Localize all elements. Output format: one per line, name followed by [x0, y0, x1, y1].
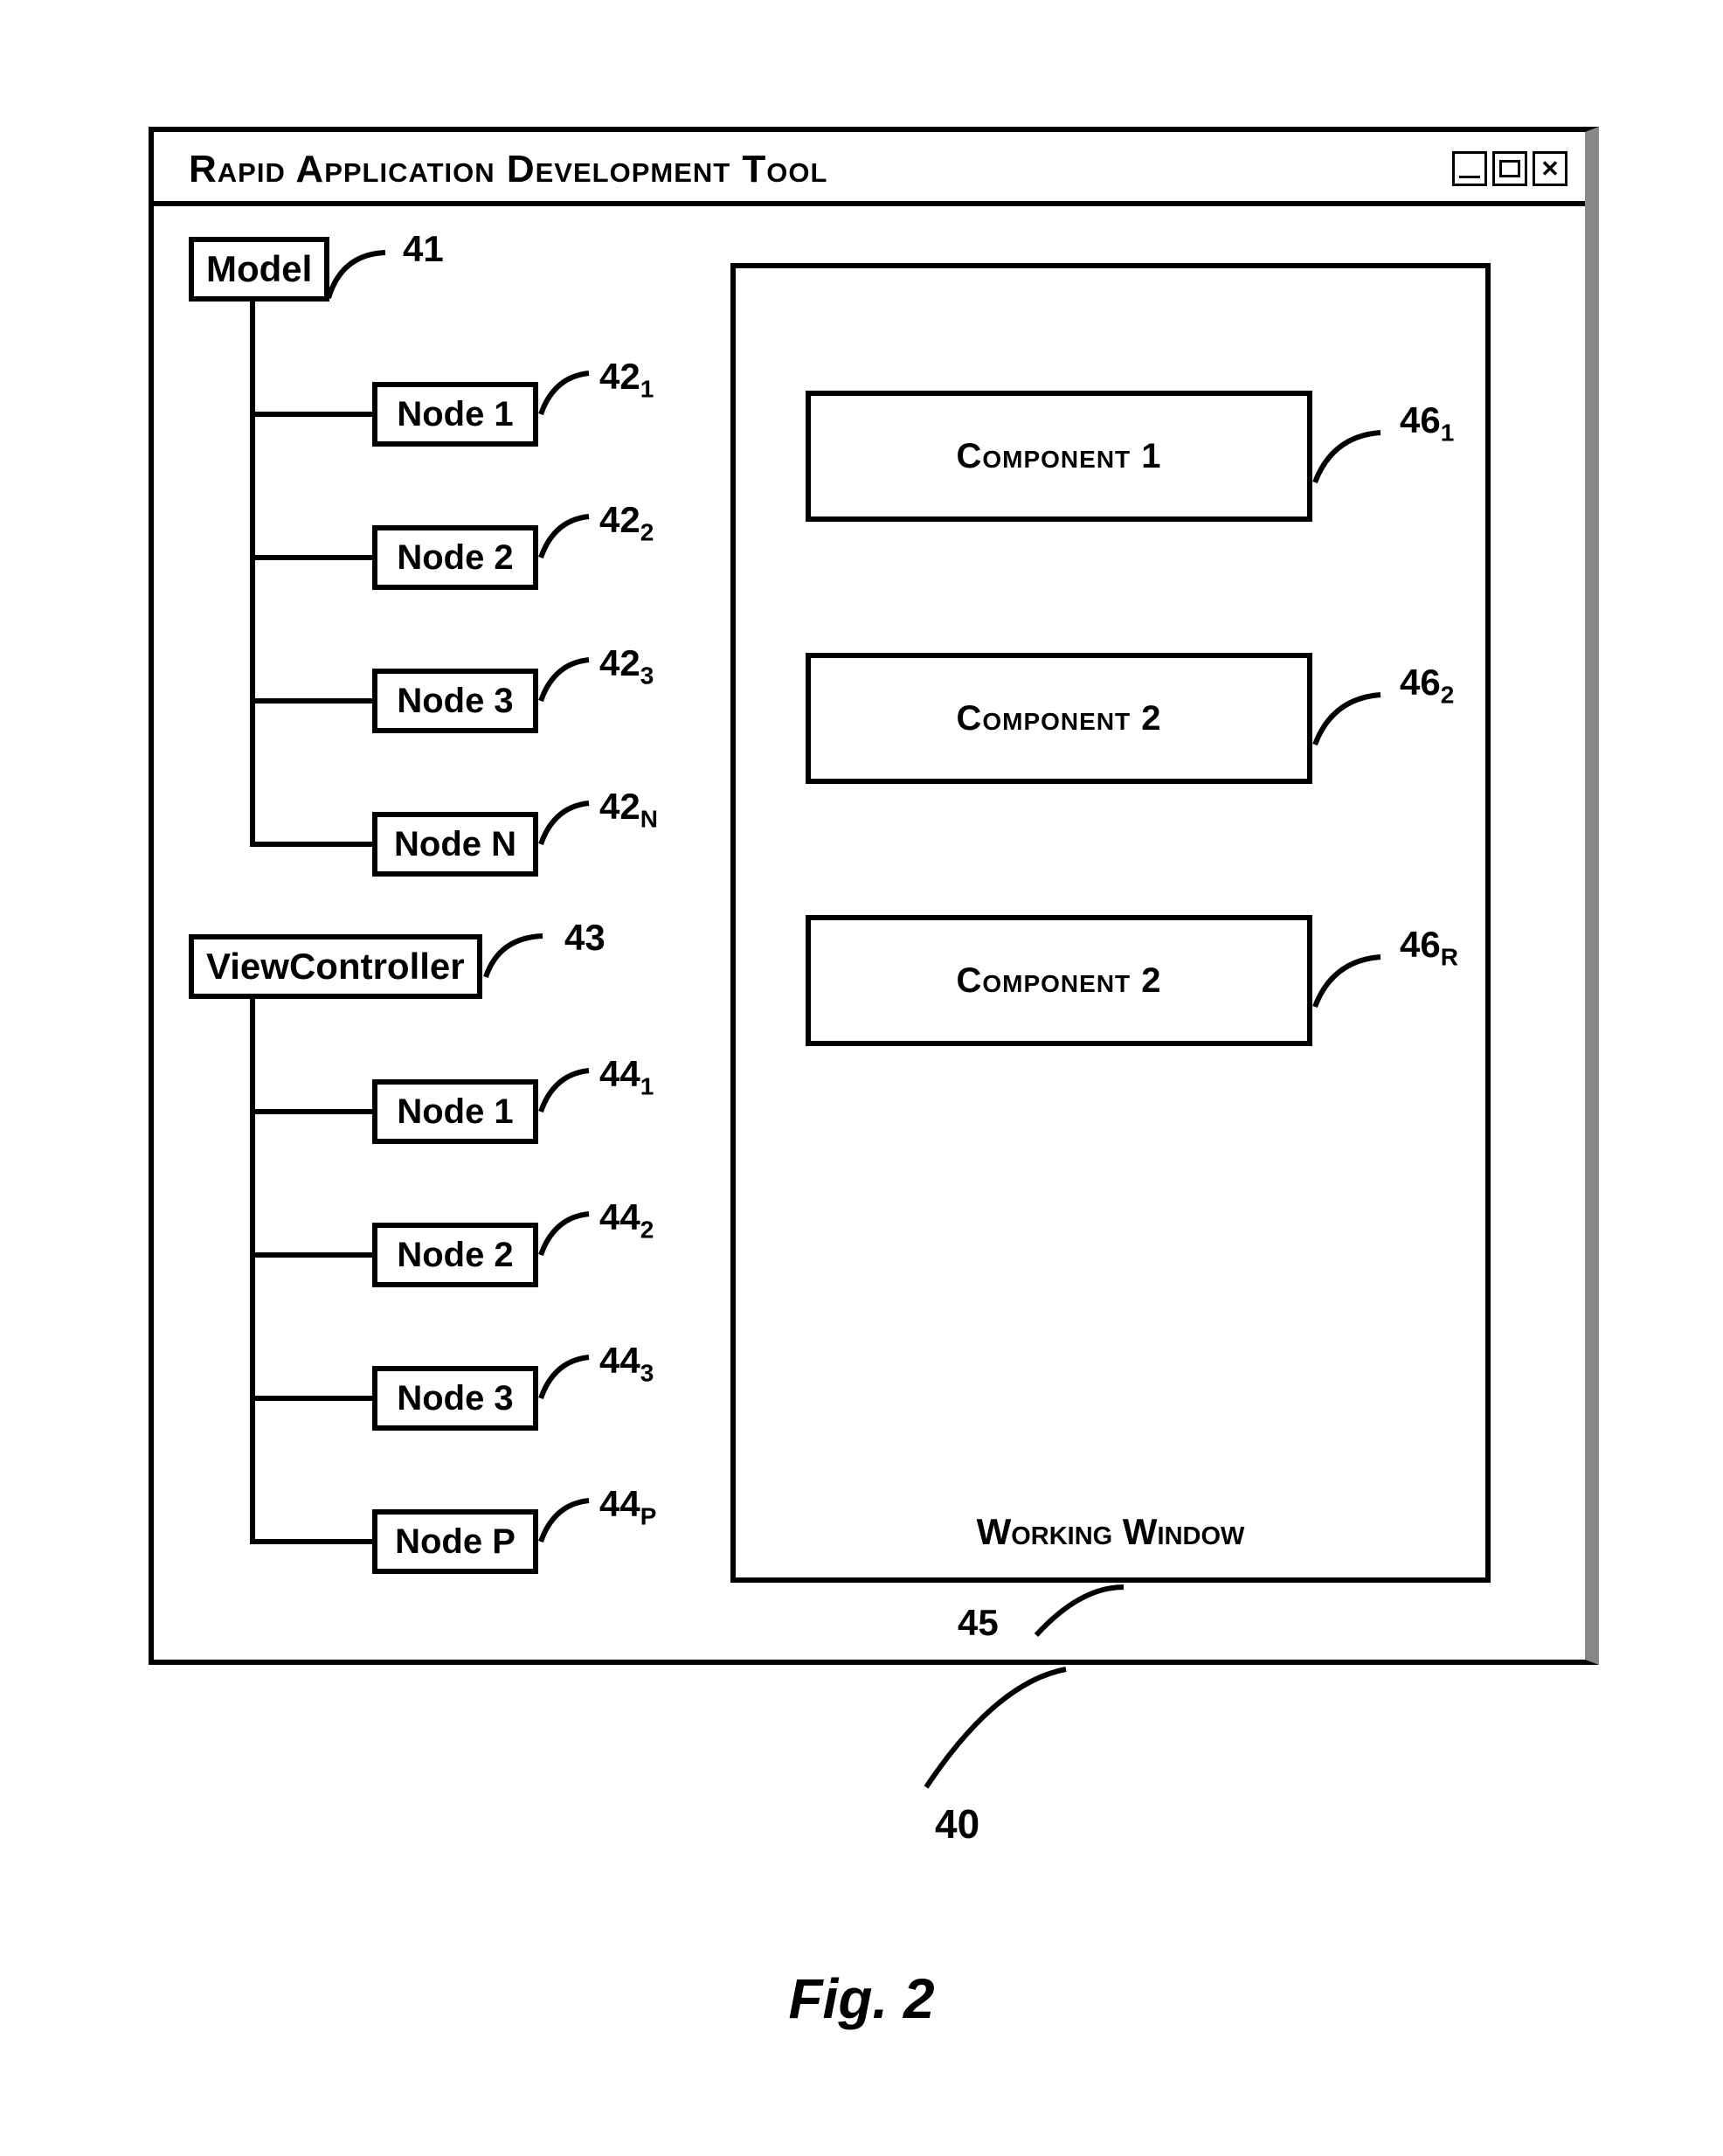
patent-figure-page: Rapid Application Development Tool ✕ Mod… — [0, 0, 1723, 2156]
callout-curve — [1028, 1583, 1132, 1644]
close-icon[interactable]: ✕ — [1533, 151, 1567, 186]
tree-node-label: Node P — [395, 1522, 516, 1562]
app-window: Rapid Application Development Tool ✕ Mod… — [149, 127, 1599, 1665]
tree-node-label: Node 1 — [397, 395, 513, 434]
window-controls: ✕ — [1452, 151, 1567, 186]
ref-46-R: 46R — [1400, 924, 1458, 971]
titlebar: Rapid Application Development Tool ✕ — [154, 132, 1585, 206]
ref-44-3: 443 — [599, 1340, 654, 1387]
component-label: Component 2 — [956, 961, 1161, 1001]
callout-curve — [917, 1665, 1092, 1796]
tree1-h2 — [250, 555, 372, 560]
callout-curve — [536, 1064, 606, 1125]
callout-curve — [481, 929, 560, 990]
ref-42-3: 423 — [599, 642, 654, 690]
tree-node[interactable]: Node 3 — [372, 669, 538, 733]
ref-42-1: 421 — [599, 356, 654, 403]
ref-45: 45 — [958, 1602, 999, 1644]
tree-root-label: ViewController — [206, 946, 465, 988]
component-label: Component 1 — [956, 437, 1161, 476]
tree-node-label: Node 3 — [397, 682, 513, 721]
working-window-panel: Working Window Component 1 461 Component… — [730, 263, 1491, 1583]
tree1-h3 — [250, 698, 372, 704]
callout-curve — [536, 366, 606, 427]
window-title: Rapid Application Development Tool — [189, 148, 827, 191]
tree-node[interactable]: Node P — [372, 1509, 538, 1574]
ref-44-1: 441 — [599, 1053, 654, 1100]
ref-44-P: 44P — [599, 1483, 656, 1530]
component-box[interactable]: Component 2 — [806, 653, 1312, 784]
tree-root-model[interactable]: Model — [189, 237, 329, 302]
tree2-spine — [250, 999, 255, 1541]
ref-42-N: 42N — [599, 786, 658, 833]
figure-caption: Fig. 2 — [0, 1966, 1723, 2031]
ref-42-2: 422 — [599, 499, 654, 546]
callout-curve — [324, 246, 403, 307]
component-box[interactable]: Component 2 — [806, 915, 1312, 1046]
callout-curve — [1311, 688, 1398, 758]
tree1-spine — [250, 302, 255, 843]
callout-curve — [536, 510, 606, 571]
ref-46-2: 462 — [1400, 662, 1454, 709]
callout-curve — [536, 1350, 606, 1411]
ref-44-2: 442 — [599, 1196, 654, 1244]
maximize-icon[interactable] — [1492, 151, 1527, 186]
minimize-icon[interactable] — [1452, 151, 1487, 186]
callout-curve — [536, 653, 606, 714]
tree-node[interactable]: Node 3 — [372, 1366, 538, 1431]
callout-curve — [536, 1207, 606, 1268]
tree-node-label: Node N — [394, 825, 516, 864]
ref-43: 43 — [564, 917, 605, 959]
ref-41: 41 — [403, 228, 444, 270]
tree-root-label: Model — [206, 248, 312, 290]
tree-node-label: Node 2 — [397, 538, 513, 578]
tree2-h2 — [250, 1252, 372, 1258]
tree2-h3 — [250, 1396, 372, 1401]
tree1-h1 — [250, 412, 372, 417]
tree-node[interactable]: Node 1 — [372, 1079, 538, 1144]
component-box[interactable]: Component 1 — [806, 391, 1312, 522]
tree-node-label: Node 3 — [397, 1379, 513, 1418]
tree2-h1 — [250, 1109, 372, 1114]
ref-40: 40 — [935, 1800, 979, 1848]
working-window-label: Working Window — [736, 1511, 1485, 1553]
callout-curve — [1311, 950, 1398, 1020]
callout-curve — [536, 1494, 606, 1555]
tree-node[interactable]: Node 1 — [372, 382, 538, 447]
tree-node-label: Node 2 — [397, 1236, 513, 1275]
tree1-h4 — [250, 842, 372, 847]
callout-curve — [1311, 426, 1398, 496]
tree-node-label: Node 1 — [397, 1092, 513, 1132]
callout-curve — [536, 796, 606, 857]
tree-node[interactable]: Node 2 — [372, 1223, 538, 1287]
tree-root-viewcontroller[interactable]: ViewController — [189, 934, 482, 999]
tree-node[interactable]: Node N — [372, 812, 538, 877]
component-label: Component 2 — [956, 699, 1161, 738]
tree2-h4 — [250, 1539, 372, 1544]
ref-46-1: 461 — [1400, 399, 1454, 447]
tree-node[interactable]: Node 2 — [372, 525, 538, 590]
